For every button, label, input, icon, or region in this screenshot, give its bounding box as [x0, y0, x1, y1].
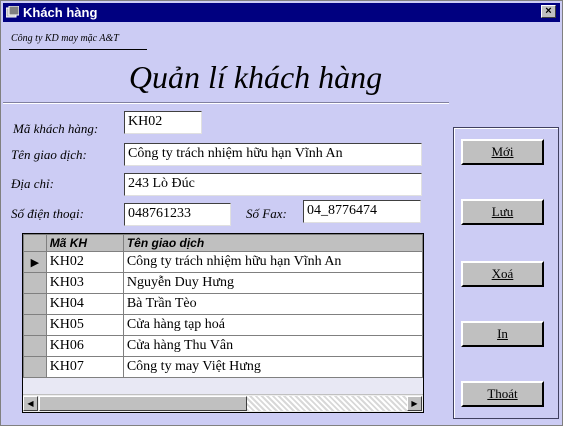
print-button[interactable]: In [461, 321, 544, 347]
scrollbar-track[interactable] [247, 396, 407, 411]
page-title-text: Quản lí khách hàng [128, 59, 383, 95]
cell-customer-id[interactable]: KH02 [45, 251, 124, 273]
new-button[interactable]: Mới [461, 139, 544, 165]
table-header-row: Mã KH Tên giao dịch [23, 234, 424, 252]
delete-button[interactable]: Xoá [461, 261, 544, 287]
save-button[interactable]: Lưu [461, 199, 544, 225]
trade-name-label: Tên giao dịch: [11, 147, 87, 162]
cell-customer-id[interactable]: KH07 [45, 356, 124, 378]
phone-label: Số điện thoại: [11, 206, 84, 221]
scroll-right-icon[interactable]: ▶ [407, 396, 422, 411]
exit-button[interactable]: Thoát [461, 381, 544, 407]
horizontal-scrollbar[interactable]: ◀ ▶ [23, 394, 423, 412]
phone-field[interactable]: 048761233 [124, 203, 231, 226]
customer-id-label: Mã khách hàng: [13, 121, 99, 136]
fax-field[interactable]: 04_8776474 [303, 200, 421, 223]
table-row[interactable]: KH07 Công ty may Việt Hưng [23, 356, 424, 378]
cell-trade-name[interactable]: Công ty trách nhiệm hữu hạn Vĩnh An [122, 251, 424, 273]
address-label: Địa chỉ: [11, 176, 54, 191]
cell-trade-name[interactable]: Nguyễn Duy Hưng [122, 272, 424, 294]
column-header-trade-name[interactable]: Tên giao dịch [122, 234, 424, 252]
customer-table: Mã KH Tên giao dịch ▶ KH02 Công ty trách… [23, 234, 424, 378]
trade-name-field[interactable]: Công ty trách nhiệm hữu hạn Vĩnh An [124, 143, 422, 166]
table-row[interactable]: KH06 Cửa hàng Thu Vân [23, 335, 424, 357]
row-selector[interactable] [23, 314, 47, 336]
app-icon [6, 6, 19, 18]
customer-window: Khách hàng × Công ty KD may mặc A&T Quản… [0, 0, 563, 426]
header-divider-highlight [3, 103, 449, 104]
title-bar[interactable]: Khách hàng × [3, 3, 560, 22]
customer-id-field[interactable]: KH02 [124, 111, 202, 134]
address-field[interactable]: 243 Lò Đúc [124, 173, 422, 196]
fax-label: Số Fax: [246, 206, 287, 221]
company-underline [9, 49, 147, 50]
table-row[interactable]: KH04 Bà Trần Tèo [23, 293, 424, 315]
cell-trade-name[interactable]: Cửa hàng Thu Vân [122, 335, 424, 357]
row-selector[interactable] [23, 356, 47, 378]
row-selector[interactable] [23, 293, 47, 315]
table-row[interactable]: KH05 Cửa hàng tạp hoá [23, 314, 424, 336]
company-name: Công ty KD may mặc A&T [11, 33, 119, 44]
table-row[interactable]: KH03 Nguyễn Duy Hưng [23, 272, 424, 294]
cell-customer-id[interactable]: KH05 [45, 314, 124, 336]
scroll-left-icon[interactable]: ◀ [23, 396, 38, 411]
column-header-customer-id[interactable]: Mã KH [45, 234, 124, 252]
cell-customer-id[interactable]: KH03 [45, 272, 124, 294]
table-row[interactable]: ▶ KH02 Công ty trách nhiệm hữu hạn Vĩnh … [23, 251, 424, 273]
cell-trade-name[interactable]: Bà Trần Tèo [122, 293, 424, 315]
page-title: Quản lí khách hàng [1, 59, 565, 96]
close-button[interactable]: × [541, 5, 556, 18]
customer-grid[interactable]: Mã KH Tên giao dịch ▶ KH02 Công ty trách… [22, 233, 424, 413]
row-selector[interactable] [23, 272, 47, 294]
scrollbar-thumb[interactable] [39, 396, 247, 411]
current-row-indicator[interactable]: ▶ [23, 251, 47, 273]
cell-trade-name[interactable]: Công ty may Việt Hưng [122, 356, 424, 378]
window-title: Khách hàng [23, 5, 98, 20]
cell-trade-name[interactable]: Cửa hàng tạp hoá [122, 314, 424, 336]
cell-customer-id[interactable]: KH06 [45, 335, 124, 357]
row-selector[interactable] [23, 335, 47, 357]
row-selector-header [23, 234, 47, 252]
cell-customer-id[interactable]: KH04 [45, 293, 124, 315]
